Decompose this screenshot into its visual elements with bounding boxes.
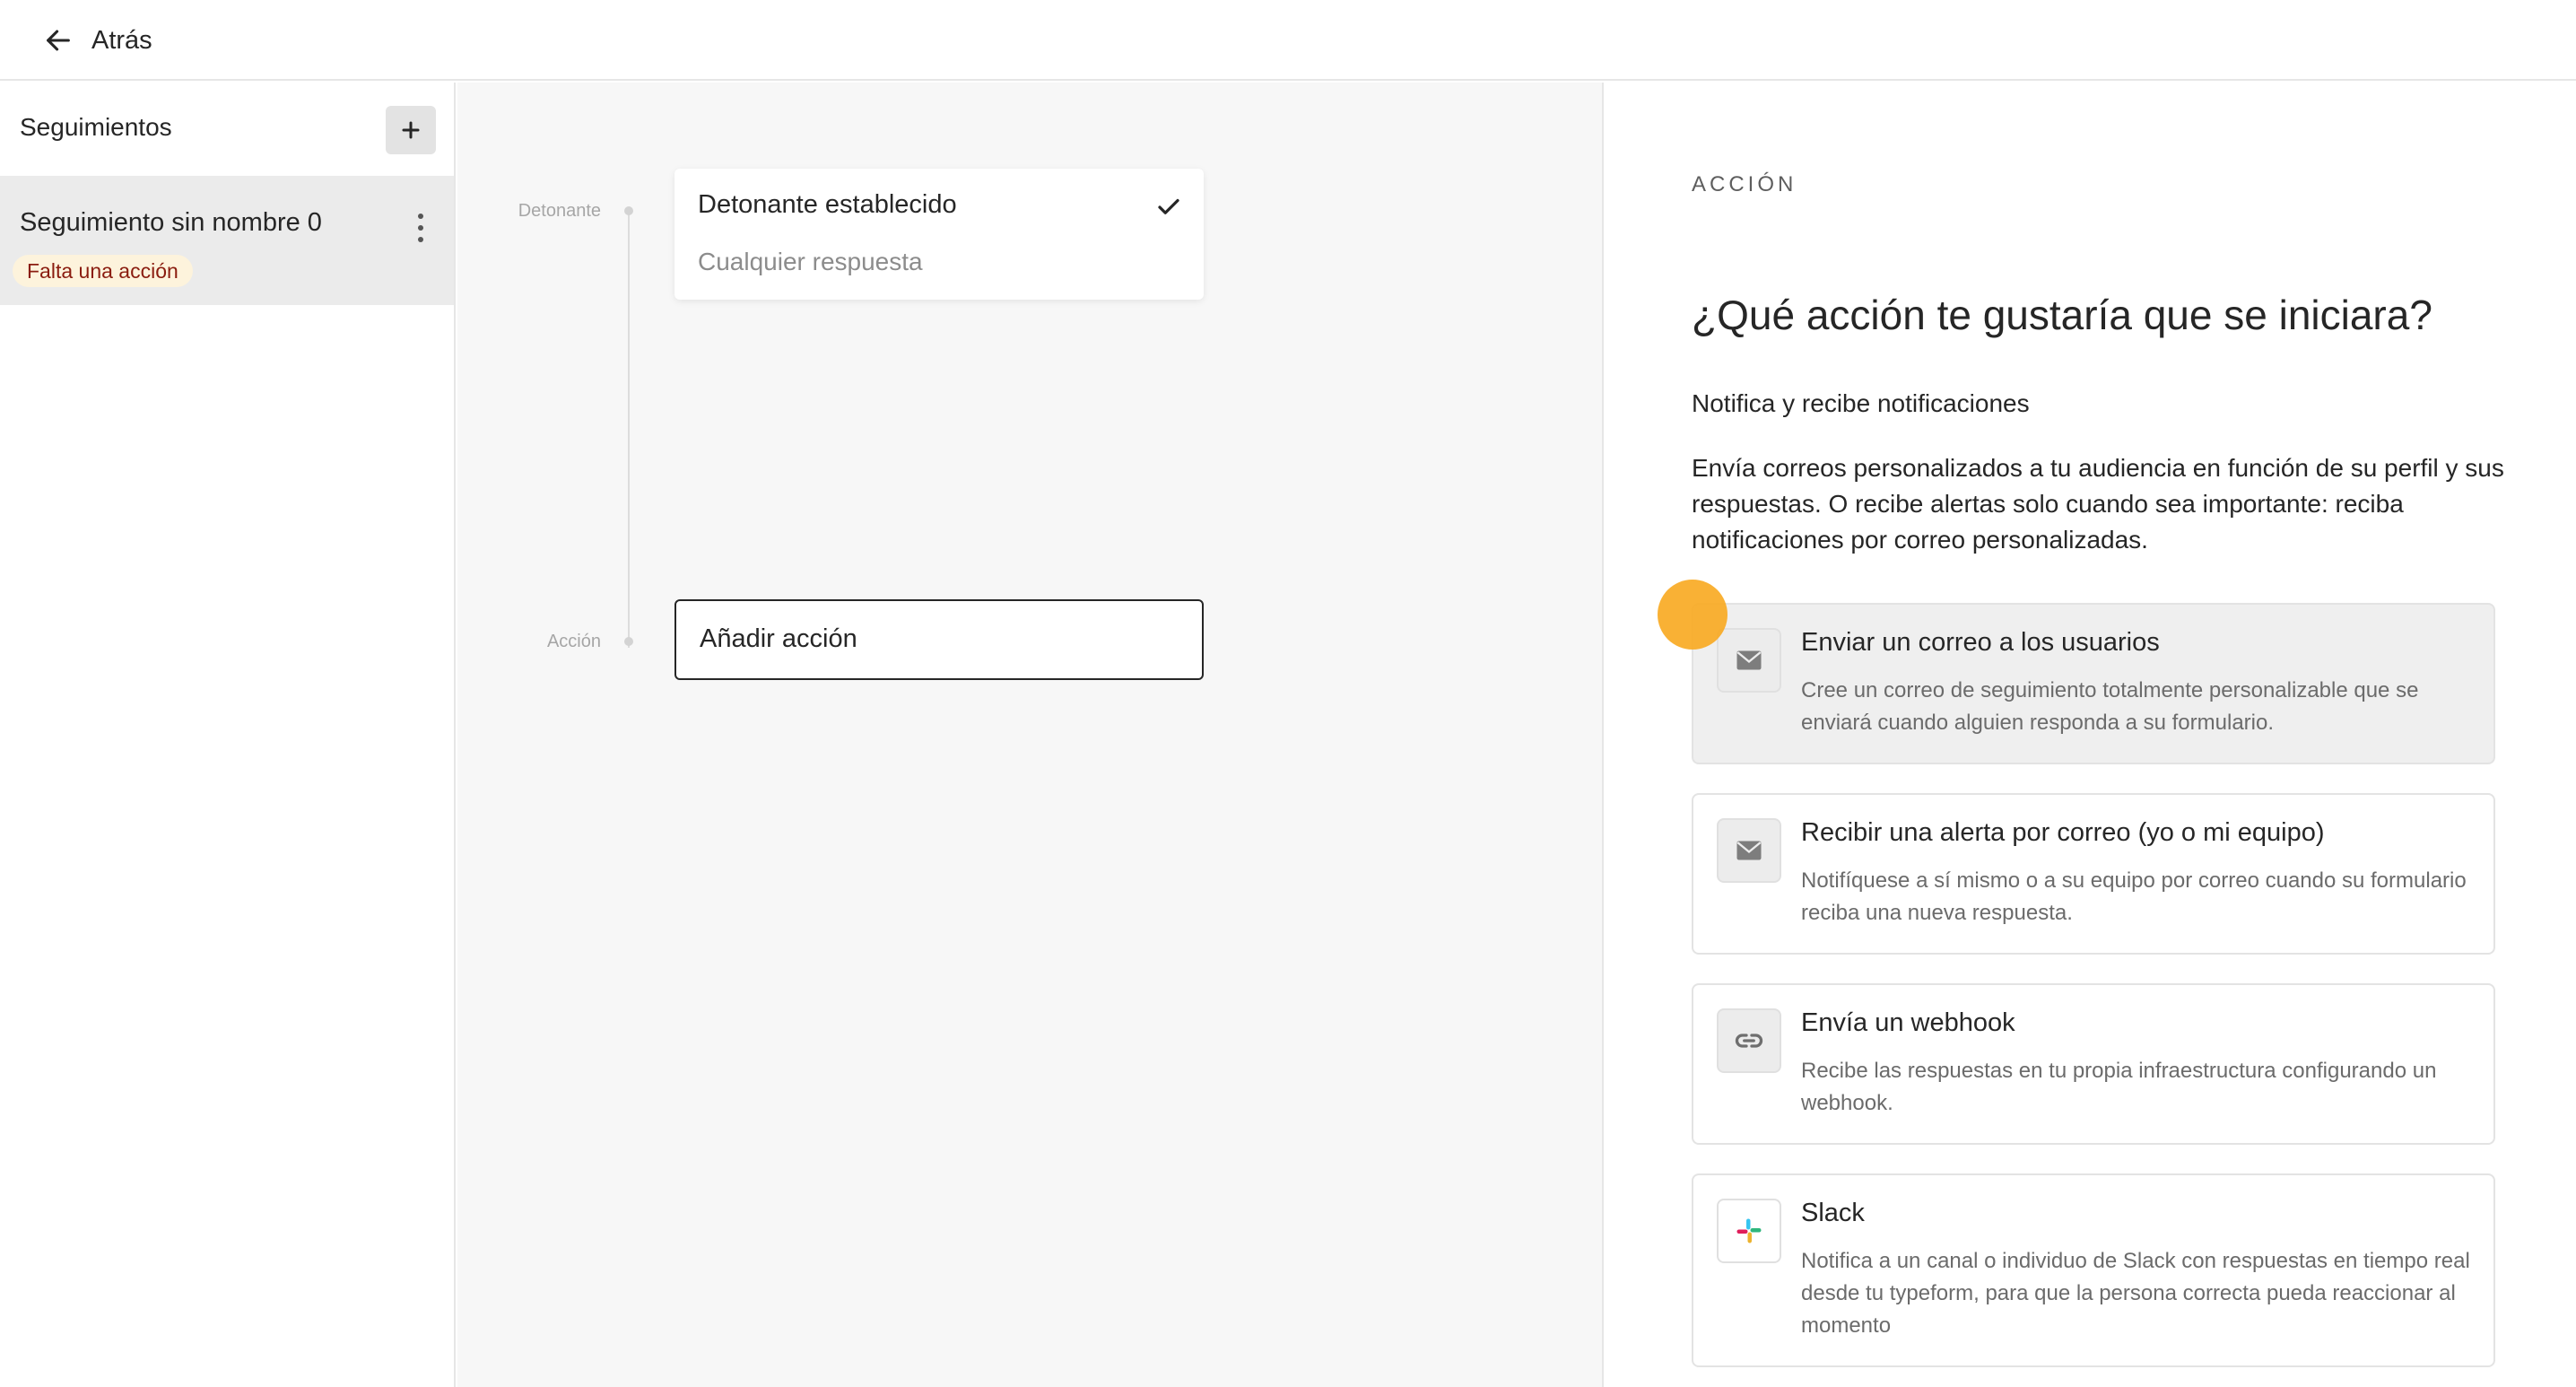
add-action-label: Añadir acción [700, 624, 857, 653]
slack-icon [1717, 1199, 1781, 1263]
checkmark-icon [1158, 198, 1179, 214]
top-bar: Atrás [0, 0, 2576, 81]
cursor-highlight [1658, 580, 1727, 650]
plus-icon [402, 121, 420, 139]
add-action-card[interactable]: Añadir acción [674, 599, 1204, 680]
option-description: Cree un correo de seguimiento totalmente… [1801, 678, 2419, 735]
panel-title: ¿Qué acción te gustaría que se iniciara? [1692, 292, 2432, 338]
trigger-node-dot [624, 206, 633, 215]
option-description: Notifíquese a sí mismo o a su equipo por… [1801, 868, 2467, 925]
arrow-left-icon [47, 30, 70, 51]
trigger-card[interactable]: Detonante establecido Cualquier respuest… [674, 169, 1204, 300]
action-step-label: Acción [546, 632, 601, 651]
trigger-subtitle: Cualquier respuesta [698, 248, 923, 275]
flow-connector-line [628, 214, 630, 648]
sidebar-title: Seguimientos [20, 113, 172, 141]
sidebar-item-followup[interactable]: Seguimiento sin nombre 0 Falta una acció… [0, 176, 454, 305]
action-panel: ACCIÓN ¿Qué acción te gustaría que se in… [1606, 83, 2576, 1387]
status-badge: Falta una acción [13, 255, 193, 287]
panel-description: Envía correos personalizados a tu audien… [1692, 454, 2504, 554]
back-button[interactable]: Atrás [43, 20, 152, 61]
option-title: Enviar un correo a los usuarios [1801, 628, 2160, 657]
followup-name: Seguimiento sin nombre 0 [20, 208, 322, 237]
panel-subtitle: Notifica y recibe notificaciones [1692, 389, 2030, 417]
option-title: Slack [1801, 1199, 1865, 1227]
option-title: Envía un webhook [1801, 1008, 2015, 1037]
link-icon [1717, 1008, 1781, 1073]
trigger-step-label: Detonante [518, 201, 601, 221]
flow-canvas: Detonante Acción Detonante establecido C… [457, 83, 1604, 1387]
add-followup-button[interactable] [386, 106, 436, 154]
trigger-title: Detonante establecido [698, 190, 957, 219]
back-label: Atrás [91, 25, 152, 55]
option-webhook[interactable]: Envía un webhook Recibe las respuestas e… [1692, 983, 2495, 1145]
option-description: Notifica a un canal o individuo de Slack… [1801, 1249, 2470, 1338]
sidebar: Seguimientos Seguimiento sin nombre 0 Fa… [0, 83, 456, 1387]
option-title: Recibir una alerta por correo (yo o mi e… [1801, 818, 2325, 847]
option-description: Recibe las respuestas en tu propia infra… [1801, 1059, 2437, 1115]
option-email-alert[interactable]: Recibir una alerta por correo (yo o mi e… [1692, 793, 2495, 955]
mail-icon [1717, 628, 1781, 693]
section-label: ACCIÓN [1692, 172, 1797, 196]
option-slack[interactable]: Slack Notifica a un canal o individuo de… [1692, 1173, 2495, 1367]
mail-icon [1717, 818, 1781, 883]
action-node-dot [624, 637, 633, 646]
option-send-email-users[interactable]: Enviar un correo a los usuarios Cree un … [1692, 603, 2495, 764]
more-options-icon[interactable] [407, 210, 434, 246]
